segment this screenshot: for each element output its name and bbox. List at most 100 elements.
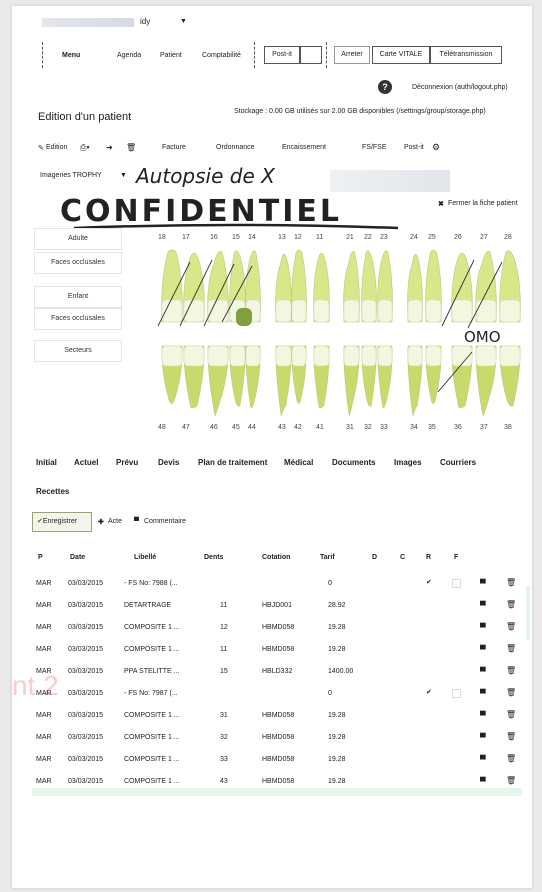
col-c[interactable]: C xyxy=(400,554,405,561)
horizontal-scrollbar[interactable] xyxy=(32,788,522,796)
chevron-down-icon[interactable]: ▼ xyxy=(120,172,127,179)
teletransmission-button[interactable]: Télétransmission xyxy=(430,46,502,64)
col-r[interactable]: R xyxy=(426,554,431,561)
postit-button[interactable]: Post-it xyxy=(264,46,300,64)
trash-icon[interactable]: 🗑 xyxy=(506,688,516,697)
trash-icon[interactable]: 🗑 xyxy=(126,143,136,152)
trash-icon[interactable]: 🗑 xyxy=(506,644,516,653)
trash-icon[interactable]: 🗑 xyxy=(506,666,516,675)
tab-plan-traitement[interactable]: Plan de traitement xyxy=(198,458,267,467)
comment-icon[interactable]: ▀ xyxy=(134,518,139,525)
tab-devis[interactable]: Devis xyxy=(158,458,179,467)
f-checkbox[interactable] xyxy=(452,579,461,588)
gear-icon[interactable]: ⚙ xyxy=(432,142,440,153)
col-date[interactable]: Date xyxy=(70,554,85,561)
table-row[interactable]: MAR 03/03/2015 COMPOSITE 1 ... 32 HBMD058 19.… xyxy=(12,730,532,752)
imageries-select[interactable]: Imageries TROPHY xyxy=(40,172,102,179)
col-d[interactable]: D xyxy=(372,554,377,561)
col-tarif[interactable]: Tarif xyxy=(320,554,335,561)
user-name[interactable]: idy xyxy=(140,17,150,26)
table-row[interactable]: MAR 03/03/2015 DETARTRAGE 11 HBJD001 28.92 ▀ 🗑 xyxy=(12,598,532,620)
cell-dents: 11 xyxy=(220,602,228,609)
arrow-right-icon[interactable]: ➜ xyxy=(106,143,113,152)
trash-icon[interactable]: 🗑 xyxy=(506,600,516,609)
col-cotation[interactable]: Cotation xyxy=(262,554,290,561)
comment-icon[interactable]: ▀ xyxy=(480,645,486,654)
menu-home[interactable]: Menu xyxy=(62,52,80,59)
check-icon[interactable]: ✔ xyxy=(426,688,432,696)
col-p[interactable]: P xyxy=(38,554,43,561)
f-checkbox[interactable] xyxy=(452,689,461,698)
tab-actuel[interactable]: Actuel xyxy=(74,458,98,467)
trash-icon[interactable]: 🗑 xyxy=(506,578,516,587)
storage-info: Stockage : 0.00 GB utilisés sur 2.00 GB … xyxy=(234,108,486,115)
tooth-number-41: 41 xyxy=(316,424,324,431)
plus-icon[interactable]: ✚ xyxy=(98,518,104,526)
check-icon[interactable]: ✔ xyxy=(426,578,432,586)
comment-icon[interactable]: ▀ xyxy=(480,667,486,676)
facture-button[interactable]: Facture xyxy=(162,144,186,151)
trash-icon[interactable]: 🗑 xyxy=(506,732,516,741)
menu-patient[interactable]: Patient xyxy=(160,52,182,59)
table-row[interactable]: MAR 03/03/2015 COMPOSITE 1 ... 11 HBMD058 19.… xyxy=(12,642,532,664)
tab-documents[interactable]: Documents xyxy=(332,458,376,467)
col-libelle[interactable]: Libellé xyxy=(134,554,156,561)
menu-agenda[interactable]: Agenda xyxy=(117,52,141,59)
save-button[interactable]: ✔Enregistrer xyxy=(32,512,92,532)
comment-icon[interactable]: ▀ xyxy=(480,579,486,588)
comment-icon[interactable]: ▀ xyxy=(480,623,486,632)
tab-prevu[interactable]: Prévu xyxy=(116,458,138,467)
comment-icon[interactable]: ▀ xyxy=(480,733,486,742)
carte-vitale-button[interactable]: Carte VITALE xyxy=(372,46,430,64)
comment-icon[interactable]: ▀ xyxy=(480,601,486,610)
table-row[interactable]: MAR 03/03/2015 - FS No: 7988 (... 0 ✔ ▀ 🗑 xyxy=(12,576,532,598)
table-row[interactable]: MAR 03/03/2015 COMPOSITE 1 ... 31 HBMD058 19.… xyxy=(12,708,532,730)
tab-images[interactable]: Images xyxy=(394,458,422,467)
postit-toolbar-button[interactable]: Post-it xyxy=(404,144,424,151)
logout-link[interactable]: Déconnexion (auth/logout.php) xyxy=(412,84,508,91)
comment-icon[interactable]: ▀ xyxy=(480,755,486,764)
help-icon[interactable]: ? xyxy=(378,80,392,94)
add-commentaire-button[interactable]: Commentaire xyxy=(144,518,186,525)
tab-courriers[interactable]: Courriers xyxy=(440,458,476,467)
trash-icon[interactable]: 🗑 xyxy=(506,754,516,763)
chevron-down-icon[interactable]: ▼ xyxy=(180,18,187,25)
comment-icon[interactable]: ▀ xyxy=(480,689,486,698)
trash-icon[interactable]: 🗑 xyxy=(506,776,516,785)
secteurs-button[interactable]: Secteurs xyxy=(34,340,122,362)
cell-lib: COMPOSITE 1 ... xyxy=(124,624,180,631)
col-dents[interactable]: Dents xyxy=(204,554,223,561)
tooth-number-32: 32 xyxy=(364,424,372,431)
table-row[interactable]: MAR 03/03/2015 COMPOSITE 1 ... 12 HBMD058 19.… xyxy=(12,620,532,642)
edit-icon[interactable]: ✎ xyxy=(38,144,44,152)
trash-icon[interactable]: 🗑 xyxy=(506,622,516,631)
enfant-button[interactable]: Enfant xyxy=(34,286,122,308)
tab-initial[interactable]: Initial xyxy=(36,458,57,467)
close-icon[interactable]: ✖ xyxy=(438,200,444,208)
comment-icon[interactable]: ▀ xyxy=(480,777,486,786)
faces-occlusales-enfant-button[interactable]: Faces occlusales xyxy=(34,308,122,330)
fsfse-button[interactable]: FS/FSE xyxy=(362,144,387,151)
faces-occlusales-adulte-button[interactable]: Faces occlusales xyxy=(34,252,122,274)
vertical-scrollbar[interactable] xyxy=(526,586,530,640)
comment-icon[interactable]: ▀ xyxy=(480,711,486,720)
table-row[interactable]: MAR 03/03/2015 PPA STELITTE ... 15 HBLD332 14… xyxy=(12,664,532,686)
adulte-button[interactable]: Adulte xyxy=(34,228,122,250)
postit-extra-button[interactable] xyxy=(300,46,322,64)
add-acte-button[interactable]: Acte xyxy=(108,518,122,525)
print-icon[interactable]: ⎙▾ xyxy=(80,143,90,153)
edition-button[interactable]: Edition xyxy=(46,144,67,151)
tab-medical[interactable]: Médical xyxy=(284,458,313,467)
col-f[interactable]: F xyxy=(454,554,458,561)
table-row[interactable]: MAR 03/03/2015 - FS No: 7987 (... 0 ✔ ▀ 🗑 xyxy=(12,686,532,708)
fermer-fiche-button[interactable]: Fermer la fiche patient xyxy=(448,200,518,207)
trash-icon[interactable]: 🗑 xyxy=(506,710,516,719)
tab-recettes[interactable]: Recettes xyxy=(36,487,69,496)
menu-comptabilite[interactable]: Comptabilité xyxy=(202,52,241,59)
cell-tarif: 19.28 xyxy=(328,712,346,719)
table-row[interactable]: MAR 03/03/2015 COMPOSITE 1 ... 33 HBMD058 19.… xyxy=(12,752,532,774)
encaissement-button[interactable]: Encaissement xyxy=(282,144,326,151)
ordonnance-button[interactable]: Ordonnance xyxy=(216,144,255,151)
arreter-button[interactable]: Arreter xyxy=(334,46,370,64)
tooth-number-18: 18 xyxy=(158,234,166,241)
